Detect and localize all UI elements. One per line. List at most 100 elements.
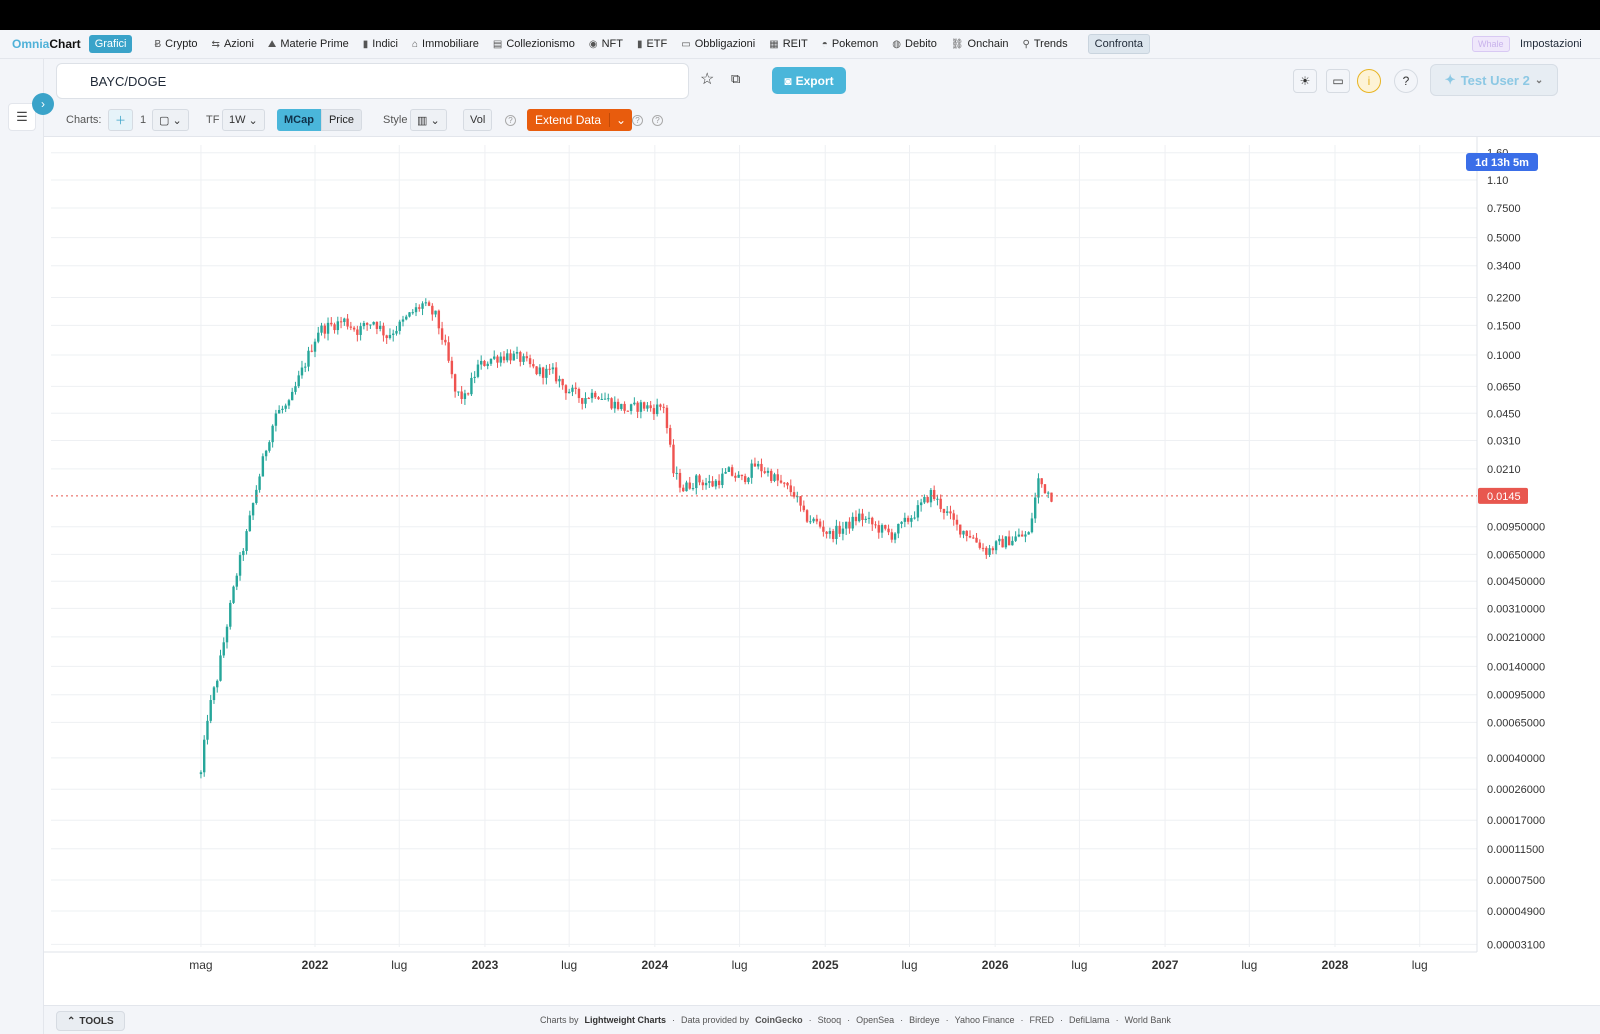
candle-body — [463, 393, 467, 399]
nav-item-crypto[interactable]: Ƀ Crypto — [154, 38, 197, 50]
grafici-tab[interactable]: Grafici — [88, 35, 133, 53]
chevron-up-icon: ⌃ — [67, 1015, 76, 1027]
sidebar-toggle-chevron-icon[interactable]: › — [32, 93, 54, 115]
chat-icon[interactable]: ▭ — [1326, 69, 1350, 93]
candle-body — [812, 518, 815, 522]
chart-style-select[interactable]: ▥ ⌄ — [410, 109, 447, 131]
confronta-button[interactable]: Confronta — [1087, 34, 1150, 54]
nav-item-azioni[interactable]: ⇆ Azioni — [212, 38, 254, 50]
candle-body — [571, 387, 574, 392]
nav-item-obbligazioni[interactable]: ▭ Obbligazioni — [681, 38, 755, 50]
candle-body — [610, 398, 613, 409]
candle-body — [564, 385, 568, 394]
candle-body — [248, 515, 252, 532]
lib-link[interactable]: Lightweight Charts — [585, 1015, 667, 1025]
candle-body — [594, 392, 597, 398]
source-link[interactable]: FRED — [1030, 1015, 1055, 1025]
window-top-bar — [0, 0, 1600, 30]
candle-body — [1007, 536, 1011, 546]
source-link[interactable]: Birdeye — [909, 1015, 940, 1025]
help-icon[interactable]: ? — [632, 114, 643, 126]
help-icon[interactable]: ? — [652, 114, 663, 126]
nav-item-onchain[interactable]: ⛓ Onchain — [951, 38, 1009, 50]
nav-item-debito[interactable]: ◍ Debito — [892, 38, 937, 50]
mcap-toggle[interactable]: MCap — [277, 109, 321, 131]
candle-body — [851, 516, 854, 529]
y-tick-label: 0.00140000 — [1487, 661, 1545, 673]
source-link[interactable]: Yahoo Finance — [955, 1015, 1015, 1025]
nav-item-indici[interactable]: ▮ Indici — [363, 38, 398, 50]
impostazioni-link[interactable]: Impostazioni — [1520, 38, 1582, 50]
layout-select[interactable]: ▢ ⌄ — [152, 109, 189, 131]
candle-body — [297, 375, 300, 387]
candle-body — [401, 319, 405, 322]
nav-item-collezionismo[interactable]: ▤ Collezionismo — [493, 38, 575, 50]
candle-body — [597, 397, 600, 400]
nav-item-immobiliare[interactable]: ⌂ Immobiliare — [412, 38, 479, 50]
nav-item-etf[interactable]: ▮ ETF — [637, 38, 667, 50]
candle-body — [506, 353, 509, 361]
candle-body — [493, 356, 496, 359]
candle-body — [949, 511, 952, 514]
extend-data-button[interactable]: Extend Data ⌄ — [527, 109, 633, 131]
add-chart-button[interactable]: ＋ — [108, 109, 133, 131]
y-tick-label: 0.0650 — [1487, 381, 1521, 393]
nav-item-reit[interactable]: ▦ REIT — [769, 38, 808, 50]
candle-body — [659, 404, 662, 407]
timeframe-select[interactable]: 1W ⌄ — [222, 109, 265, 131]
candle-body — [669, 428, 672, 445]
help-icon[interactable]: ? — [1394, 69, 1418, 93]
source-link[interactable]: DefiLlama — [1069, 1015, 1110, 1025]
chart-area[interactable]: mag 2022 lug 2023 lug 2024 lug 2025 lug 2026 lug 20… — [44, 137, 1600, 992]
candle-body — [760, 463, 763, 472]
candle-body — [392, 333, 395, 335]
chevron-down-icon[interactable]: ⌄ — [609, 113, 632, 127]
candle-body — [737, 474, 740, 478]
source-link[interactable]: OpenSea — [856, 1015, 894, 1025]
candle-body — [975, 537, 978, 543]
candle-body — [258, 476, 261, 490]
tools-label: TOOLS — [79, 1015, 114, 1027]
source-link[interactable]: CoinGecko — [755, 1015, 803, 1025]
candle-body — [903, 517, 907, 522]
source-link[interactable]: Stooq — [818, 1015, 842, 1025]
nav-item-pokemon[interactable]: ◓ Pokemon — [822, 38, 879, 50]
candle-body — [783, 482, 786, 484]
candle-body — [476, 364, 480, 377]
source-link[interactable]: World Bank — [1125, 1015, 1171, 1025]
candle-body — [1047, 492, 1050, 494]
vol-toggle[interactable]: Vol — [463, 109, 493, 131]
separator: · — [900, 1015, 904, 1025]
candle-body — [714, 480, 718, 487]
export-button[interactable]: ◙ Export — [772, 67, 846, 94]
candle-body — [496, 356, 499, 363]
tools-button[interactable]: ⌃ TOOLS — [56, 1011, 125, 1031]
candle-body — [685, 482, 688, 492]
star-icon[interactable]: ☆ — [700, 69, 714, 89]
candle-body — [229, 602, 232, 627]
help-icon[interactable]: ? — [505, 114, 516, 126]
copy-icon[interactable]: ⧉ — [731, 71, 740, 87]
tf-label: TF — [206, 114, 220, 126]
nav-item-trends[interactable]: ⚲ Trends — [1023, 38, 1068, 50]
candle-body — [968, 535, 972, 538]
nav-item-materie-prime[interactable]: ⛰ Materie Prime — [268, 38, 349, 50]
y-tick-label: 0.00004900 — [1487, 906, 1545, 918]
nav-item-nft[interactable]: ◉ NFT — [589, 38, 623, 50]
symbol-search-input[interactable]: BAYC/DOGE — [56, 63, 689, 99]
candle-body — [698, 475, 701, 483]
candlestick-chart[interactable]: mag 2022 lug 2023 lug 2024 lug 2025 lug 2026 lug 20… — [44, 137, 1600, 992]
sun-icon[interactable]: ☀ — [1293, 69, 1317, 93]
candle-body — [620, 403, 623, 409]
candle-body — [675, 472, 678, 474]
arrows-icon: ⇆ — [211, 38, 220, 50]
candle-body — [281, 408, 284, 411]
candle-body — [822, 526, 825, 532]
brand-logo[interactable]: OmniaChart — [12, 37, 81, 51]
user-menu[interactable]: ✦ Test User 2 ⌄ — [1430, 64, 1558, 96]
book-icon: ▤ — [492, 38, 503, 50]
info-icon[interactable]: i — [1357, 69, 1381, 93]
price-toggle[interactable]: Price — [320, 109, 363, 131]
candle-body — [333, 324, 336, 331]
candle-body — [411, 312, 414, 314]
